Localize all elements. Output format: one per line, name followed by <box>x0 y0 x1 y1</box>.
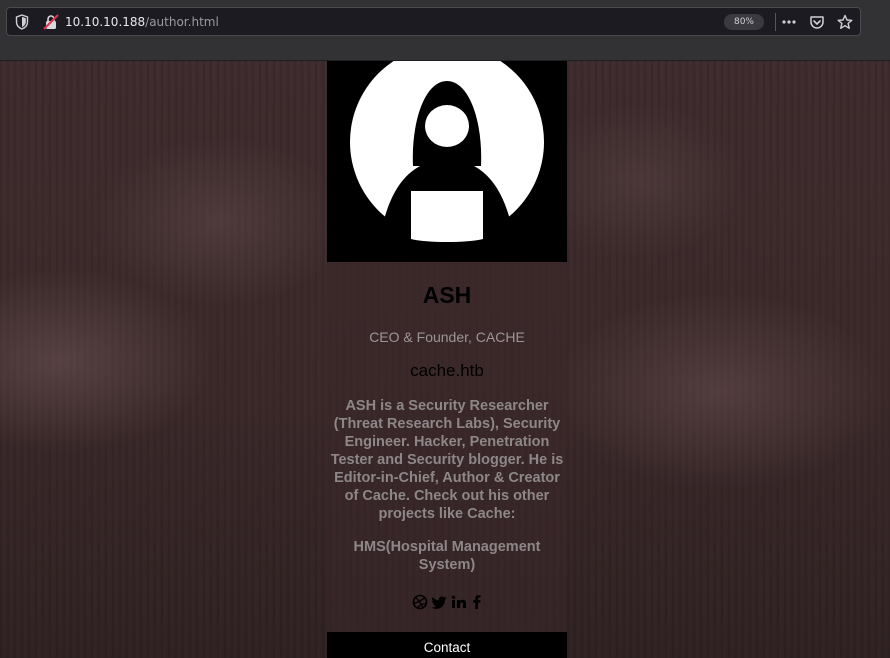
author-avatar <box>327 61 567 262</box>
url-text[interactable]: 10.10.10.188/author.html <box>65 14 219 30</box>
url-path: /author.html <box>145 15 219 29</box>
twitter-icon[interactable] <box>431 593 447 611</box>
url-host: 10.10.10.188 <box>65 15 146 29</box>
author-site: cache.htb <box>410 361 484 380</box>
author-name: ASH <box>422 282 472 308</box>
toolbar-separator <box>775 13 776 31</box>
more-actions-icon[interactable] <box>781 14 797 30</box>
author-title: CEO & Founder, CACHE <box>369 329 525 345</box>
insecure-lock-icon[interactable] <box>43 14 59 30</box>
author-bio: ASH is a Security Researcher (Threat Res… <box>330 398 564 522</box>
facebook-icon[interactable] <box>469 593 485 611</box>
bookmark-star-icon[interactable] <box>837 14 853 30</box>
browser-toolbar: 10.10.10.188/author.html 80% <box>0 0 890 61</box>
author-project: HMS(Hospital Management System) <box>353 539 541 573</box>
page-viewport: ASH CEO & Founder, CACHE cache.htb ASH i… <box>0 61 890 658</box>
address-bar[interactable]: 10.10.10.188/author.html 80% <box>6 7 861 36</box>
social-links <box>412 593 484 611</box>
pocket-icon[interactable] <box>809 14 825 30</box>
dribbble-icon[interactable] <box>412 593 428 611</box>
contact-button[interactable]: Contact <box>327 632 567 658</box>
zoom-level-badge[interactable]: 80% <box>724 14 764 30</box>
tracking-protection-shield-icon[interactable] <box>15 14 29 30</box>
linkedin-icon[interactable] <box>451 593 467 611</box>
